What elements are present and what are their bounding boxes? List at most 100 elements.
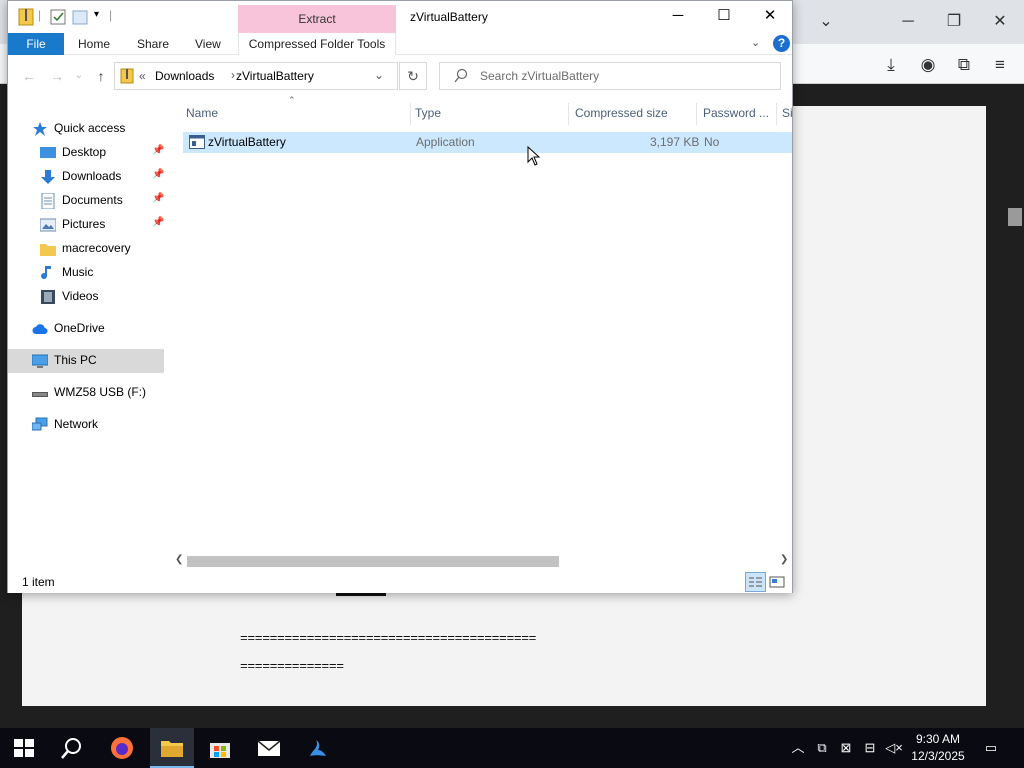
nav-item-documents[interactable]: Documents 📌 xyxy=(8,189,164,213)
meet-now-icon[interactable]: ⧉ xyxy=(813,738,831,758)
nav-item-videos[interactable]: Videos xyxy=(8,285,164,309)
address-dropdown-chevron-icon[interactable]: ⌄ xyxy=(374,68,384,82)
nav-item-this-pc[interactable]: This PC xyxy=(8,349,164,373)
column-divider[interactable] xyxy=(410,103,411,125)
extensions-icon[interactable]: ⧉ xyxy=(953,54,975,76)
pin-icon: 📌 xyxy=(152,217,165,228)
new-folder-icon[interactable] xyxy=(72,8,88,26)
properties-icon[interactable] xyxy=(50,8,66,26)
nav-item-music[interactable]: Music xyxy=(8,261,164,285)
nav-item-onedrive[interactable]: OneDrive xyxy=(8,317,164,341)
scrollbar-thumb[interactable] xyxy=(187,556,559,567)
recent-locations-chevron-icon[interactable]: ⌄ xyxy=(70,67,88,85)
browser-close-button[interactable]: ✕ xyxy=(990,12,1010,32)
taskbar-mail[interactable] xyxy=(245,728,293,768)
nav-item-macrecovery[interactable]: macrecovery xyxy=(8,237,164,261)
title-bar: | ▾ | Extract zVirtualBattery ─ ☐ ✕ xyxy=(8,1,792,33)
nav-label: Quick access xyxy=(54,121,126,135)
taskbar-file-explorer[interactable] xyxy=(148,728,196,768)
column-type[interactable]: Type xyxy=(415,106,441,120)
column-password[interactable]: Password ... xyxy=(703,106,769,120)
show-hidden-icons-icon[interactable]: ︿ xyxy=(789,738,807,758)
scroll-left-icon[interactable]: ❮ xyxy=(175,554,183,565)
back-button[interactable]: ← xyxy=(20,67,38,85)
close-button[interactable]: ✕ xyxy=(747,1,793,31)
column-size[interactable]: Si xyxy=(782,106,793,120)
toolbar-divider: | xyxy=(109,8,113,22)
tab-view[interactable]: View xyxy=(195,37,221,51)
taskbar-firefox[interactable] xyxy=(98,728,146,768)
nav-item-desktop[interactable]: Desktop 📌 xyxy=(8,141,164,165)
address-overflow-chevron[interactable]: « xyxy=(139,69,146,83)
browser-scrollbar-thumb[interactable] xyxy=(1008,208,1022,226)
nav-item-downloads[interactable]: Downloads 📌 xyxy=(8,165,164,189)
column-name[interactable]: Name xyxy=(186,106,218,120)
browser-minimize-button[interactable]: ─ xyxy=(898,12,918,32)
refresh-button[interactable]: ↻ xyxy=(399,62,427,90)
breadcrumb-separator[interactable]: › xyxy=(231,68,235,82)
nav-item-pictures[interactable]: Pictures 📌 xyxy=(8,213,164,237)
extract-context-label[interactable]: Extract xyxy=(238,12,396,26)
column-divider[interactable] xyxy=(568,103,569,125)
table-row[interactable]: zVirtualBattery Application 3,197 KB No xyxy=(183,132,792,153)
tab-home[interactable]: Home xyxy=(78,37,110,51)
windows-logo-icon xyxy=(14,739,34,757)
nav-label: Music xyxy=(62,265,94,279)
menu-icon[interactable]: ≡ xyxy=(989,54,1011,76)
minimize-button[interactable]: ─ xyxy=(655,1,701,31)
volume-muted-icon[interactable]: ◁× xyxy=(885,738,903,758)
taskbar-microsoft-store[interactable] xyxy=(196,728,244,768)
horizontal-scrollbar[interactable]: ❮ ❯ xyxy=(171,553,792,570)
search-input[interactable]: Search zVirtualBattery xyxy=(439,62,781,90)
forward-button[interactable]: → xyxy=(48,67,66,85)
nav-item-quick-access[interactable]: Quick access xyxy=(8,117,164,141)
computer-icon xyxy=(32,354,48,368)
browser-restore-button[interactable]: ❐ xyxy=(944,12,964,32)
pictures-icon xyxy=(40,218,56,232)
folder-icon xyxy=(40,244,56,256)
nav-label: Documents xyxy=(62,193,123,207)
scroll-right-icon[interactable]: ❯ xyxy=(780,554,788,565)
taskbar-search-button[interactable] xyxy=(48,728,96,768)
tab-share[interactable]: Share xyxy=(137,37,169,51)
tab-list-chevron-icon[interactable]: ⌄ xyxy=(816,12,836,32)
column-compressed-size[interactable]: Compressed size xyxy=(575,106,668,120)
account-icon[interactable]: ◉ xyxy=(917,54,939,76)
network-tray-icon[interactable]: ⊟ xyxy=(861,738,879,758)
up-button[interactable]: ↑ xyxy=(92,67,110,85)
cloud-icon xyxy=(32,324,48,335)
breadcrumb-zvirtualbattery[interactable]: zVirtualBattery xyxy=(236,69,314,83)
column-divider[interactable] xyxy=(696,103,697,125)
breadcrumb-downloads[interactable]: Downloads xyxy=(155,69,214,83)
security-icon[interactable]: ⊠ xyxy=(837,738,855,758)
nav-item-usb-drive[interactable]: WMZ58 USB (F:) xyxy=(8,381,164,405)
notifications-icon[interactable]: ▭ xyxy=(982,738,1000,758)
customize-quick-access-icon[interactable]: ▾ xyxy=(94,9,99,20)
taskbar-app[interactable] xyxy=(294,728,342,768)
large-icons-view-icon[interactable] xyxy=(769,574,785,590)
column-divider[interactable] xyxy=(776,103,777,125)
nav-label: WMZ58 USB (F:) xyxy=(54,385,146,399)
nav-item-network[interactable]: Network xyxy=(8,413,164,437)
tab-file[interactable]: File xyxy=(8,33,64,55)
chevron-down-icon[interactable]: ⌄ xyxy=(751,36,760,49)
clock-time[interactable]: 9:30 AM xyxy=(905,732,971,746)
details-view-button[interactable] xyxy=(745,572,766,592)
address-bar[interactable]: « Downloads › zVirtualBattery ⌄ xyxy=(114,62,398,90)
clock-date[interactable]: 12/3/2025 xyxy=(905,749,971,763)
browser-scrollbar[interactable] xyxy=(1006,100,1024,728)
pin-icon: 📌 xyxy=(152,145,165,156)
search-placeholder: Search zVirtualBattery xyxy=(480,69,600,83)
start-button[interactable] xyxy=(0,728,48,768)
tab-compressed-folder-tools[interactable]: Compressed Folder Tools xyxy=(238,33,396,55)
file-name[interactable]: zVirtualBattery xyxy=(208,135,286,149)
maximize-button[interactable]: ☐ xyxy=(701,1,747,31)
status-bar: 1 item xyxy=(8,571,792,593)
nav-label: Videos xyxy=(62,289,99,303)
video-film-icon xyxy=(41,290,55,304)
downloads-icon[interactable]: ⤓ xyxy=(880,54,902,76)
help-icon[interactable]: ? xyxy=(773,35,790,52)
document-icon xyxy=(41,193,55,209)
nav-label: Pictures xyxy=(62,217,106,231)
usb-drive-icon xyxy=(32,392,48,397)
